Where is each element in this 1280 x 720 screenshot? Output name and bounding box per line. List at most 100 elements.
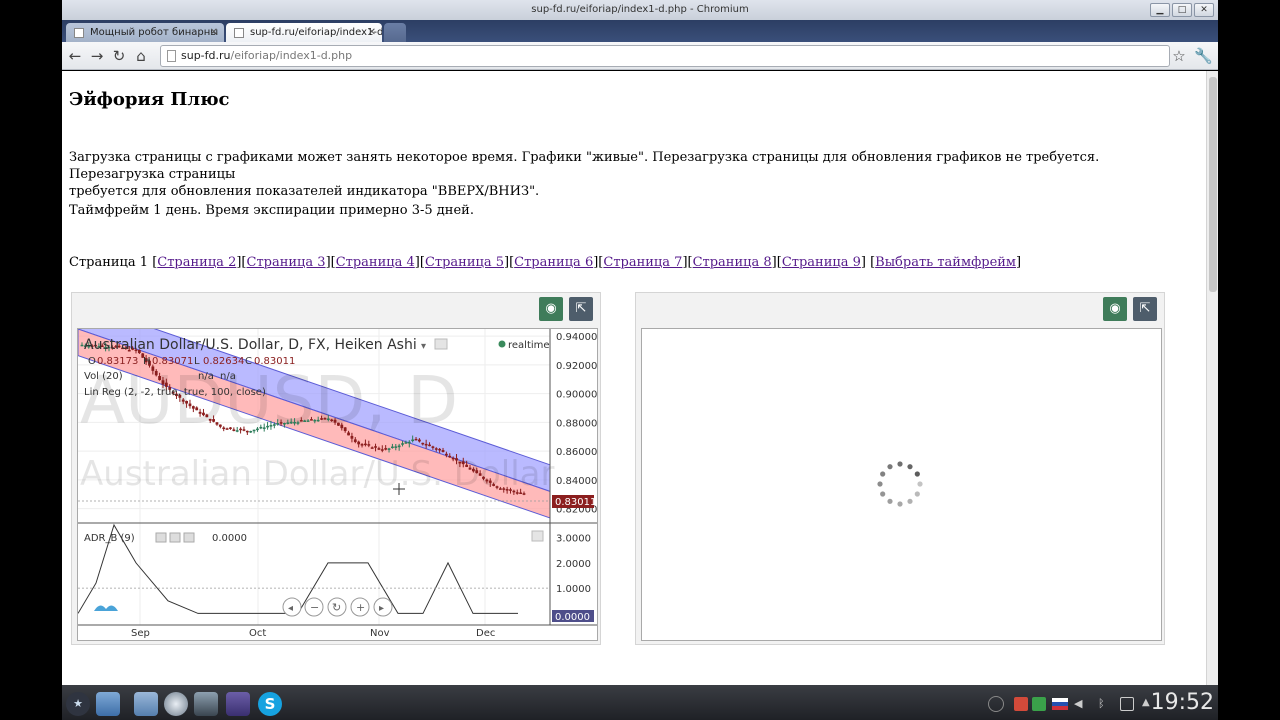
ohlc-o-label: O <box>88 356 96 367</box>
minimize-button[interactable]: ▁ <box>1150 3 1170 17</box>
back-arrow-icon[interactable]: ← <box>66 47 84 65</box>
candle-body <box>289 421 293 424</box>
candle-body <box>519 492 523 495</box>
chart-svg[interactable]: AUDUSD, D Australian Dollar/U.S. Dollar … <box>77 301 597 640</box>
candle-body <box>326 418 330 420</box>
chart-area[interactable]: AUDUSD, D Australian Dollar/U.S. Dollar … <box>77 301 598 641</box>
bluetooth-icon[interactable]: ᛒ <box>1098 697 1112 711</box>
pager-link-6[interactable]: Страница 6 <box>514 255 593 270</box>
candle-body <box>404 442 408 444</box>
ohlc-o-value: 0.83173 <box>97 356 138 367</box>
pager-link-8[interactable]: Страница 8 <box>693 255 772 270</box>
close-tab-icon[interactable]: ✕ <box>210 23 218 42</box>
choose-timeframe-link[interactable]: Выбрать таймфрейм <box>875 255 1016 270</box>
spinner-dot <box>907 498 913 504</box>
pager-link-4[interactable]: Страница 4 <box>336 255 415 270</box>
start-menu-icon[interactable]: ★ <box>66 692 90 716</box>
candle-body <box>458 461 462 464</box>
candle-body <box>202 412 205 416</box>
candle-body <box>461 461 465 465</box>
skype-icon[interactable]: S <box>258 692 282 716</box>
wrench-icon[interactable]: 🔧 <box>1194 47 1213 65</box>
candle-body <box>391 446 394 449</box>
realtime-label: realtime <box>508 340 550 351</box>
browser-toolbar: ← → ↻ ⌂ sup-fd.ru/eiforiap/index1-d.php … <box>62 42 1218 70</box>
candle-body <box>488 480 492 483</box>
candle-body <box>158 375 162 381</box>
popout-icon[interactable]: ⇱ <box>1133 297 1157 321</box>
spinner-dot <box>914 471 920 477</box>
new-tab-button[interactable] <box>384 23 406 42</box>
chromium-icon[interactable] <box>164 692 188 716</box>
candle-body <box>357 441 361 445</box>
candle-body <box>256 428 259 431</box>
candle-body <box>394 446 398 448</box>
red-tray-icon[interactable] <box>1014 697 1028 711</box>
page-scrollbar[interactable] <box>1206 71 1218 685</box>
check-tray-icon[interactable] <box>1032 697 1046 711</box>
candle-body <box>353 439 357 443</box>
candle-body <box>505 489 509 491</box>
bookmark-star-icon[interactable]: ☆ <box>1170 47 1188 65</box>
pager-link-3[interactable]: Страница 3 <box>247 255 326 270</box>
candle-body <box>337 422 340 426</box>
taskbar: ★ S ◀ ᛒ ▲ 19:52 <box>62 685 1218 720</box>
close-window-button[interactable]: ✕ <box>1194 3 1214 17</box>
desktop-icon[interactable] <box>96 692 120 716</box>
candle-body <box>310 419 313 421</box>
price-badge-label: 0.83011 <box>555 497 596 508</box>
candle-body <box>495 486 499 488</box>
pager-link-5[interactable]: Страница 5 <box>425 255 504 270</box>
tab-active[interactable]: sup-fd.ru/eiforiap/index1-d ✕ <box>226 23 382 42</box>
spinner-dot <box>914 491 920 497</box>
address-bar[interactable]: sup-fd.ru/eiforiap/index1-d.php <box>160 45 1170 67</box>
tab-label: sup-fd.ru/eiforiap/index1-d <box>250 27 382 38</box>
maximize-button[interactable]: □ <box>1172 3 1192 17</box>
candle-body <box>303 420 307 422</box>
volume-label: Vol (20) <box>84 371 123 382</box>
info-tray-icon[interactable] <box>988 696 1004 712</box>
candle-body <box>485 479 489 482</box>
network-icon[interactable] <box>1120 697 1134 711</box>
pager-link-7[interactable]: Страница 7 <box>603 255 682 270</box>
candle-body <box>249 430 253 433</box>
camera-icon[interactable]: ◉ <box>539 297 563 321</box>
candle-body <box>80 344 84 347</box>
clock[interactable]: 19:52 <box>1151 690 1214 715</box>
candle-body <box>509 489 512 491</box>
address-host: sup-fd.ru <box>181 49 231 62</box>
spinner-dot <box>877 481 883 487</box>
camera-icon[interactable]: ◉ <box>1103 297 1127 321</box>
volume-na-1: n/a <box>198 371 214 382</box>
month-tick-label: Nov <box>370 628 390 639</box>
tab-robot[interactable]: Мощный робот бинарны ✕ <box>66 23 224 42</box>
media-app-icon[interactable] <box>226 692 250 716</box>
spinner-dot <box>907 464 913 470</box>
candle-body <box>198 411 202 414</box>
candle-body <box>299 420 303 422</box>
candle-body <box>316 419 320 422</box>
intro-line-2: требуется для обновления показателей инд… <box>69 184 540 199</box>
spinner-dot <box>897 461 903 467</box>
candle-body <box>330 419 334 422</box>
home-icon[interactable]: ⌂ <box>132 47 150 65</box>
watermark-symbol: AUDUSD, D <box>80 362 458 439</box>
popout-icon[interactable]: ⇱ <box>569 297 593 321</box>
volume-na-2: n/a <box>220 371 236 382</box>
volume-icon[interactable]: ◀ <box>1074 697 1088 711</box>
reload-icon[interactable]: ↻ <box>110 47 128 65</box>
scrollbar-thumb[interactable] <box>1209 77 1217 292</box>
spinner-dot <box>887 464 893 470</box>
pager-link-2[interactable]: Страница 2 <box>157 255 236 270</box>
candle-body <box>343 427 347 432</box>
forward-arrow-icon[interactable]: → <box>88 47 106 65</box>
adr-tick-label: 3.0000 <box>556 534 591 545</box>
close-tab-icon[interactable]: ✕ <box>368 23 376 42</box>
candle-body <box>306 420 310 422</box>
file-manager-icon[interactable] <box>134 692 158 716</box>
price-axis: 0.820000.840000.860000.880000.900000.920… <box>556 332 597 515</box>
pager-link-9[interactable]: Страница 9 <box>782 255 861 270</box>
language-flag-icon[interactable] <box>1052 698 1068 710</box>
address-path: /eiforiap/index1-d.php <box>230 49 353 62</box>
settings-app-icon[interactable] <box>194 692 218 716</box>
